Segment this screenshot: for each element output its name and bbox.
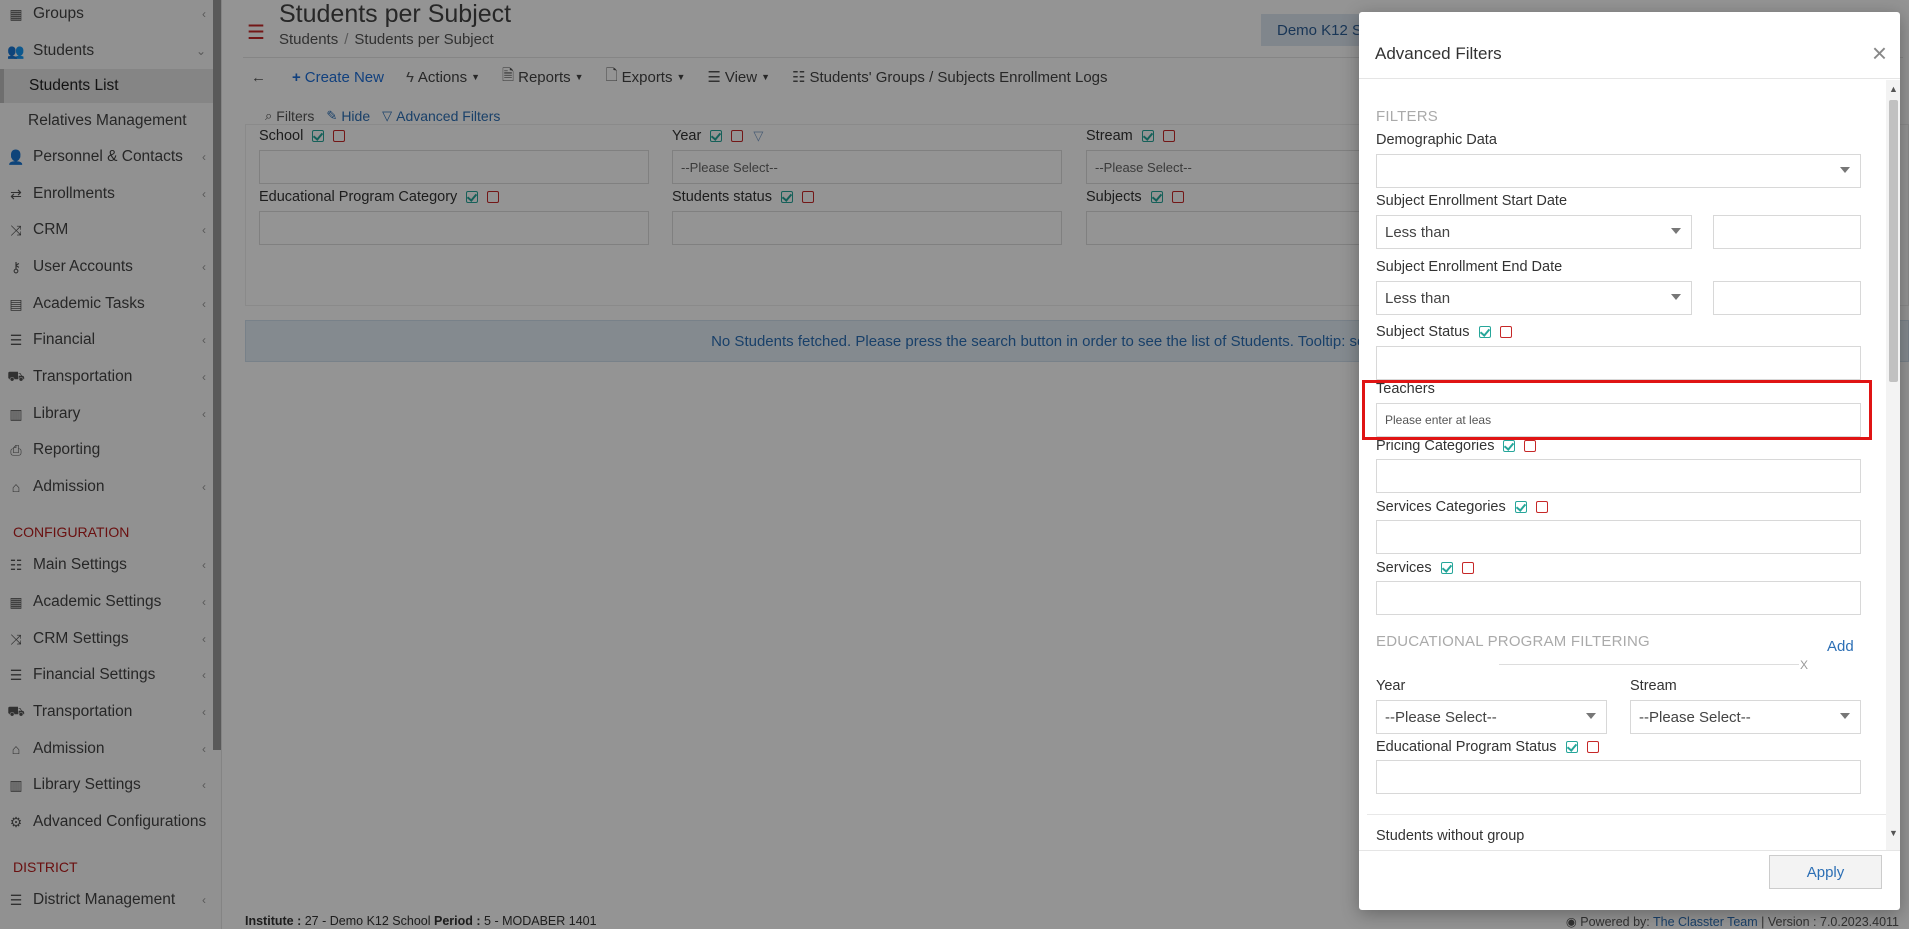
services-text: Services	[1376, 560, 1432, 576]
scroll-down-icon[interactable]: ▼	[1889, 828, 1898, 838]
end-date-input[interactable]	[1713, 281, 1861, 315]
ep-status-label: Educational Program Status	[1376, 739, 1599, 755]
clear-checkbox[interactable]	[1524, 440, 1537, 452]
end-date-label: Subject Enrollment End Date	[1376, 259, 1563, 275]
select-all-checkbox[interactable]	[1565, 741, 1578, 753]
end-date-operator-select[interactable]: Less than	[1376, 281, 1692, 315]
start-date-operator-value: Less than	[1385, 223, 1451, 241]
ep-status-select[interactable]	[1376, 760, 1861, 794]
ep-year-label: Year	[1376, 678, 1406, 694]
ep-stream-select[interactable]: --Please Select--	[1630, 700, 1861, 734]
clear-checkbox[interactable]	[1461, 562, 1474, 574]
ep-stream-value: --Please Select--	[1639, 708, 1751, 726]
chevron-down-icon	[1671, 228, 1681, 234]
services-categories-label: Services Categories	[1376, 499, 1548, 515]
modal-title: Advanced Filters	[1375, 44, 1502, 63]
select-all-checkbox[interactable]	[1440, 562, 1453, 574]
modal-header-divider	[1359, 78, 1900, 79]
ep-year-value: --Please Select--	[1385, 708, 1497, 726]
ep-status-text: Educational Program Status	[1376, 739, 1557, 755]
subject-status-select[interactable]	[1376, 346, 1861, 380]
ep-year-select[interactable]: --Please Select--	[1376, 700, 1607, 734]
students-without-group-label: Students without group	[1376, 828, 1525, 844]
scroll-up-icon[interactable]: ▲	[1889, 84, 1898, 94]
services-categories-select[interactable]	[1376, 520, 1861, 554]
scrollbar-thumb[interactable]	[1889, 100, 1898, 382]
filters-section-heading: FILTERS	[1376, 108, 1438, 125]
start-date-label: Subject Enrollment Start Date	[1376, 193, 1568, 209]
subject-status-text: Subject Status	[1376, 324, 1470, 340]
pricing-categories-text: Pricing Categories	[1376, 438, 1495, 454]
start-date-operator-select[interactable]: Less than	[1376, 215, 1692, 249]
ep-stream-label: Stream	[1630, 678, 1677, 694]
pricing-categories-label: Pricing Categories	[1376, 438, 1537, 454]
select-all-checkbox[interactable]	[1503, 440, 1516, 452]
ep-filter-divider	[1499, 664, 1799, 665]
clear-checkbox[interactable]	[1586, 741, 1599, 753]
clear-checkbox[interactable]	[1499, 326, 1512, 338]
select-all-checkbox[interactable]	[1514, 501, 1527, 513]
clear-checkbox[interactable]	[1535, 501, 1548, 513]
add-ep-filter-link[interactable]: Add	[1827, 638, 1854, 655]
demographic-data-select[interactable]	[1376, 154, 1861, 188]
services-label: Services	[1376, 560, 1474, 576]
section-divider	[1367, 814, 1887, 815]
modal-body: FILTERS Demographic Data Subject Enrollm…	[1359, 92, 1900, 849]
services-select[interactable]	[1376, 581, 1861, 615]
teachers-highlight-box	[1362, 380, 1872, 440]
pricing-categories-select[interactable]	[1376, 459, 1861, 493]
subject-status-label: Subject Status	[1376, 324, 1512, 340]
start-date-input[interactable]	[1713, 215, 1861, 249]
chevron-down-icon	[1840, 713, 1850, 719]
chevron-down-icon	[1586, 713, 1596, 719]
ep-filtering-heading: EDUCATIONAL PROGRAM FILTERING	[1376, 633, 1650, 650]
modal-footer-divider	[1359, 850, 1900, 851]
chevron-down-icon	[1671, 294, 1681, 300]
chevron-down-icon	[1840, 167, 1850, 173]
services-categories-text: Services Categories	[1376, 499, 1506, 515]
close-icon[interactable]: ×	[1872, 40, 1887, 66]
demographic-data-label: Demographic Data	[1376, 132, 1497, 148]
advanced-filters-modal: Advanced Filters × FILTERS Demographic D…	[1359, 12, 1900, 910]
end-date-operator-value: Less than	[1385, 289, 1451, 307]
apply-button[interactable]: Apply	[1769, 855, 1882, 889]
modal-scrollbar[interactable]: ▲ ▼	[1886, 80, 1900, 850]
select-all-checkbox[interactable]	[1478, 326, 1491, 338]
remove-ep-filter-link[interactable]: X	[1800, 658, 1808, 672]
